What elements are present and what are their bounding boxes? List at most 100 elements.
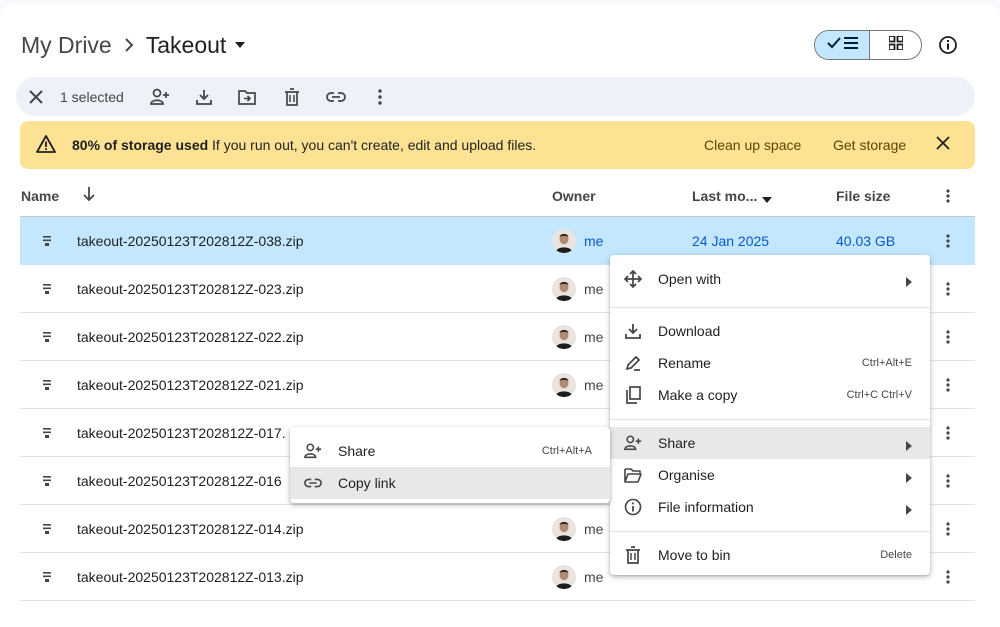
trash-icon[interactable] bbox=[282, 87, 302, 107]
folder-open-icon bbox=[624, 466, 642, 484]
caret-down-icon[interactable] bbox=[762, 190, 772, 206]
owner-name: me bbox=[584, 377, 604, 393]
menu-item-file-information[interactable]: File information bbox=[610, 491, 930, 523]
caret-down-icon[interactable] bbox=[234, 41, 246, 49]
grid-view-button[interactable] bbox=[870, 31, 921, 59]
menu-divider bbox=[610, 419, 930, 420]
zip-file-icon bbox=[42, 378, 52, 396]
breadcrumb: My Drive Takeout bbox=[21, 30, 246, 60]
file-name: takeout-20250123T202812Z-017. bbox=[77, 425, 286, 441]
more-vert-icon[interactable] bbox=[938, 423, 958, 443]
warning-icon bbox=[36, 135, 56, 158]
grid-icon bbox=[887, 34, 904, 55]
more-vert-icon[interactable] bbox=[946, 189, 950, 206]
zip-file-icon bbox=[42, 426, 52, 444]
file-size: 40.03 GB bbox=[836, 233, 896, 249]
submenu-arrow-icon bbox=[906, 502, 912, 520]
menu-label: Rename bbox=[658, 355, 711, 371]
clean-up-space-button[interactable]: Clean up space bbox=[704, 137, 801, 153]
avatar bbox=[552, 277, 576, 301]
zip-file-icon bbox=[42, 570, 52, 588]
storage-description: If you run out, you can't create, edit a… bbox=[208, 137, 537, 153]
info-icon bbox=[624, 498, 642, 516]
menu-label: Make a copy bbox=[658, 387, 738, 403]
avatar bbox=[552, 373, 576, 397]
menu-item-make-copy[interactable]: Make a copy Ctrl+C Ctrl+V bbox=[610, 379, 930, 411]
menu-item-download[interactable]: Download bbox=[610, 315, 930, 347]
menu-label: File information bbox=[658, 499, 754, 515]
last-modified: 24 Jan 2025 bbox=[692, 233, 770, 249]
owner-name: me bbox=[584, 329, 604, 345]
list-icon bbox=[843, 36, 858, 54]
close-icon[interactable] bbox=[26, 87, 46, 107]
zip-file-icon bbox=[42, 474, 52, 492]
menu-label: Share bbox=[338, 443, 376, 459]
column-header-file-size[interactable]: File size bbox=[836, 188, 890, 204]
submenu-arrow-icon bbox=[906, 438, 912, 456]
menu-label: Copy link bbox=[338, 475, 396, 491]
selection-count: 1 selected bbox=[60, 89, 124, 105]
menu-shortcut: Ctrl+C Ctrl+V bbox=[846, 389, 912, 401]
submenu-item-copy-link[interactable]: Copy link bbox=[290, 467, 610, 499]
column-header-owner[interactable]: Owner bbox=[552, 188, 596, 204]
zip-file-icon bbox=[42, 234, 52, 252]
move-to-folder-icon[interactable] bbox=[237, 87, 257, 107]
avatar bbox=[552, 229, 576, 253]
avatar bbox=[552, 325, 576, 349]
view-toggle bbox=[814, 30, 922, 60]
more-vert-icon[interactable] bbox=[370, 87, 390, 107]
info-icon[interactable] bbox=[936, 33, 960, 57]
download-icon[interactable] bbox=[194, 87, 214, 107]
column-header-last-modified[interactable]: Last mo... bbox=[692, 188, 757, 204]
owner-name: me bbox=[584, 233, 604, 249]
file-name: takeout-20250123T202812Z-038.zip bbox=[77, 233, 304, 249]
menu-item-move-to-bin[interactable]: Move to bin Delete bbox=[610, 539, 930, 571]
selection-toolbar: 1 selected bbox=[16, 77, 975, 116]
link-icon[interactable] bbox=[326, 87, 346, 107]
breadcrumb-my-drive[interactable]: My Drive bbox=[21, 32, 112, 59]
share-submenu: Share Ctrl+Alt+A Copy link bbox=[290, 427, 610, 503]
file-name: takeout-20250123T202812Z-022.zip bbox=[77, 329, 304, 345]
owner-name: me bbox=[584, 521, 604, 537]
more-vert-icon[interactable] bbox=[938, 567, 958, 587]
trash-icon bbox=[624, 546, 642, 564]
zip-file-icon bbox=[42, 522, 52, 540]
more-vert-icon[interactable] bbox=[938, 279, 958, 299]
menu-divider bbox=[610, 307, 930, 308]
list-view-button[interactable] bbox=[815, 31, 870, 59]
menu-item-open-with[interactable]: Open with bbox=[610, 263, 930, 295]
more-vert-icon[interactable] bbox=[938, 327, 958, 347]
menu-item-rename[interactable]: Rename Ctrl+Alt+E bbox=[610, 347, 930, 379]
menu-item-share[interactable]: Share bbox=[610, 427, 930, 459]
close-icon[interactable] bbox=[936, 136, 950, 155]
menu-divider bbox=[610, 531, 930, 532]
menu-label: Organise bbox=[658, 467, 715, 483]
menu-label: Move to bin bbox=[658, 547, 731, 563]
more-vert-icon[interactable] bbox=[938, 375, 958, 395]
menu-label: Download bbox=[658, 323, 721, 339]
get-storage-button[interactable]: Get storage bbox=[833, 137, 906, 153]
menu-shortcut: Ctrl+Alt+E bbox=[861, 357, 912, 369]
share-person-icon[interactable] bbox=[150, 87, 170, 107]
sort-arrow-down-icon[interactable] bbox=[82, 186, 96, 205]
file-name: takeout-20250123T202812Z-023.zip bbox=[77, 281, 304, 297]
avatar bbox=[552, 517, 576, 541]
column-header-name[interactable]: Name bbox=[21, 188, 59, 204]
file-name: takeout-20250123T202812Z-014.zip bbox=[77, 521, 304, 537]
breadcrumb-current-folder[interactable]: Takeout bbox=[146, 32, 227, 59]
menu-shortcut: Delete bbox=[880, 549, 912, 561]
menu-label: Share bbox=[658, 435, 696, 451]
menu-item-organise[interactable]: Organise bbox=[610, 459, 930, 491]
submenu-arrow-icon bbox=[906, 470, 912, 488]
more-vert-icon[interactable] bbox=[938, 519, 958, 539]
submenu-item-share[interactable]: Share Ctrl+Alt+A bbox=[290, 435, 610, 467]
more-vert-icon[interactable] bbox=[938, 471, 958, 491]
file-name: takeout-20250123T202812Z-021.zip bbox=[77, 377, 304, 393]
share-person-icon bbox=[304, 442, 322, 460]
more-vert-icon[interactable] bbox=[938, 231, 958, 251]
zip-file-icon bbox=[42, 282, 52, 300]
storage-message: 80% of storage used If you run out, you … bbox=[72, 137, 536, 153]
file-name: takeout-20250123T202812Z-016 bbox=[77, 473, 282, 489]
owner-name: me bbox=[584, 569, 604, 585]
menu-label: Open with bbox=[658, 271, 722, 287]
